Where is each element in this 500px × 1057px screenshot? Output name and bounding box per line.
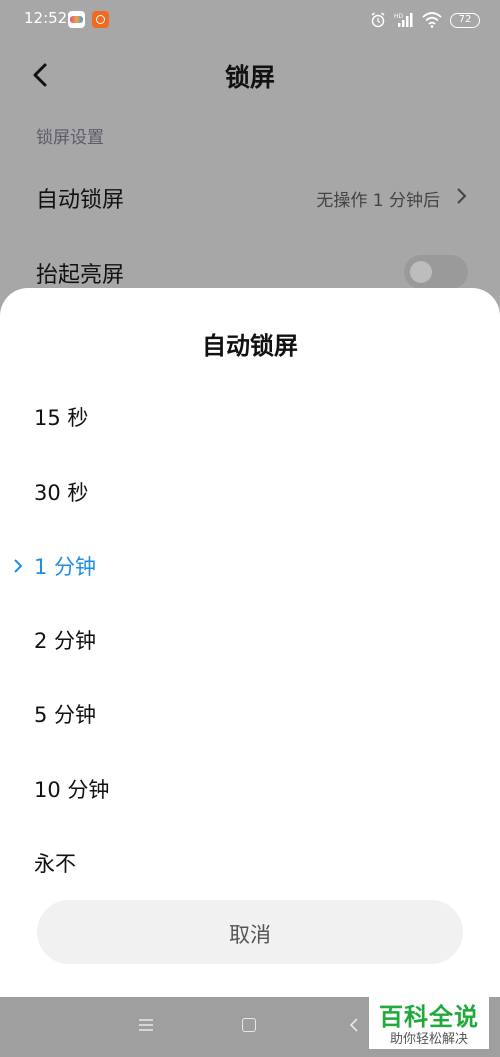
section-label: 锁屏设置	[36, 128, 104, 148]
raise-to-wake-toggle[interactable]	[404, 255, 468, 289]
raise-to-wake-label: 抬起亮屏	[36, 263, 125, 288]
option-label: 永不	[34, 852, 76, 876]
auto-lock-sheet: 自动锁屏 15 秒 30 秒 1 分钟 2 分钟 5 分钟 10 分钟 永不 取…	[0, 288, 500, 997]
signal-icon: HD	[394, 13, 413, 27]
option-5-minutes[interactable]: 5 分钟	[0, 687, 500, 737]
svg-text:HD: HD	[394, 13, 404, 20]
auto-lock-label: 自动锁屏	[36, 188, 125, 213]
selected-chevron-icon	[14, 559, 23, 573]
auto-lock-row[interactable]: 自动锁屏 无操作 1 分钟后	[0, 170, 500, 220]
home-icon[interactable]	[242, 1018, 256, 1032]
auto-lock-value: 无操作 1 分钟后	[316, 191, 440, 211]
alarm-icon	[371, 12, 385, 28]
wifi-icon	[422, 12, 442, 28]
status-bar: 12:52 HD 72	[0, 0, 500, 40]
app-notification-icon	[68, 11, 85, 28]
back-icon[interactable]	[349, 1017, 359, 1033]
page-title: 锁屏	[224, 63, 275, 92]
status-indicators: HD 72	[370, 10, 480, 30]
status-time: 12:52	[24, 9, 68, 27]
cancel-button[interactable]: 取消	[37, 900, 463, 964]
option-10-minutes[interactable]: 10 分钟	[0, 762, 500, 812]
chevron-right-icon	[457, 188, 467, 204]
menu-icon[interactable]	[138, 1018, 154, 1032]
option-label: 5 分钟	[34, 703, 97, 727]
option-30-seconds[interactable]: 30 秒	[0, 465, 500, 515]
watermark-logo: 百科全说 助你轻松解决	[369, 997, 489, 1049]
watermark-subtitle: 助你轻松解决	[389, 1032, 468, 1047]
option-2-minutes[interactable]: 2 分钟	[0, 613, 500, 663]
option-1-minute[interactable]: 1 分钟	[0, 539, 500, 589]
toggle-knob	[410, 261, 432, 283]
option-label: 15 秒	[34, 406, 89, 430]
battery-icon: 72	[450, 12, 480, 28]
option-label: 2 分钟	[34, 629, 97, 653]
app-notification-icon-2	[92, 11, 109, 28]
option-never[interactable]: 永不	[0, 836, 500, 886]
sheet-title: 自动锁屏	[202, 332, 298, 360]
option-label: 10 分钟	[34, 778, 110, 802]
watermark-title: 百科全说	[379, 1003, 479, 1031]
option-label: 1 分钟	[34, 555, 97, 579]
battery-level: 72	[458, 14, 472, 25]
option-label: 30 秒	[34, 481, 89, 505]
cancel-label: 取消	[229, 923, 271, 947]
option-15-seconds[interactable]: 15 秒	[0, 390, 500, 440]
